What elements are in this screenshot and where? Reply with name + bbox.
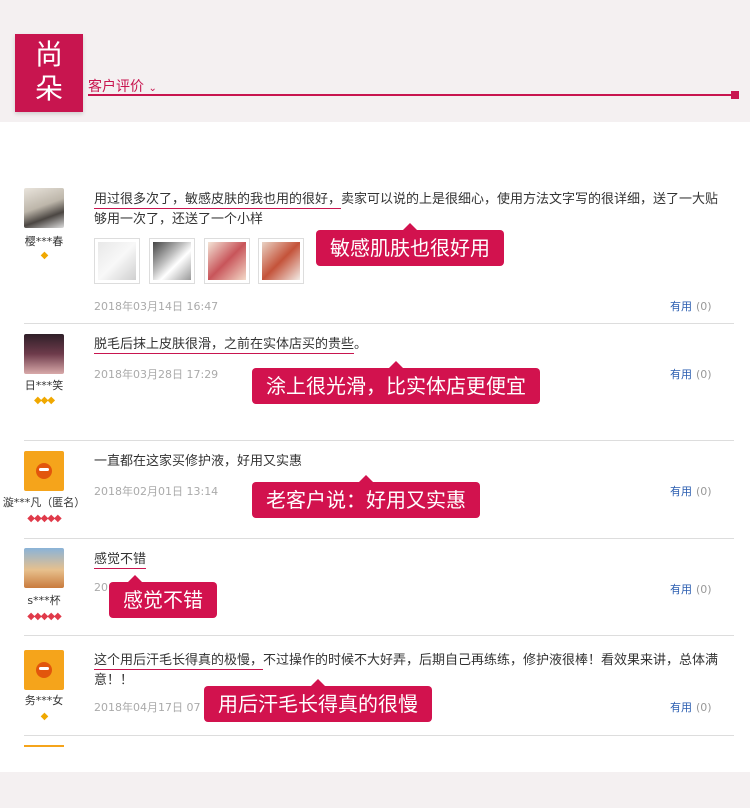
reviewer-name: 漩***凡（匿名） xyxy=(2,496,86,509)
review-date: 2018年03月28日 17:29 xyxy=(94,368,219,381)
useful-count: (0) xyxy=(696,368,712,381)
review-photo-thumb[interactable] xyxy=(94,238,140,284)
reviewer-name: 日***笑 xyxy=(24,379,64,392)
reviewer-name: 樱***春 xyxy=(24,235,64,248)
useful-count: (0) xyxy=(696,583,712,596)
chevron-down-icon: ⌄ xyxy=(148,83,157,94)
member-level-badge: ◆ xyxy=(40,250,49,261)
useful-count: (0) xyxy=(696,300,712,313)
review-date: 2018年04月17日 07 xyxy=(94,701,201,714)
review-date: 20 xyxy=(94,581,108,594)
section-tab-reviews[interactable]: 客户评价 ⌄ xyxy=(88,76,157,96)
logo-char-1: 尚 xyxy=(34,38,63,71)
useful-button[interactable]: 有用 (0) xyxy=(670,699,712,715)
review-date: 2018年02月01日 13:14 xyxy=(94,485,219,498)
useful-label: 有用 xyxy=(670,583,692,596)
highlight-callout: 感觉不错 xyxy=(109,575,217,618)
review-text-highlight: 脱毛后抹上皮肤很滑，之前在实体店买的贵些 xyxy=(94,337,355,354)
reviewer-name: s***杯 xyxy=(27,594,61,607)
review-text-highlight: 这个用后汗毛长得真的极慢， xyxy=(94,653,264,670)
useful-count: (0) xyxy=(696,485,712,498)
useful-label: 有用 xyxy=(670,701,692,714)
review-text-rest: 。 xyxy=(354,337,368,352)
useful-button[interactable]: 有用 (0) xyxy=(670,298,712,314)
review-photo-thumb[interactable] xyxy=(149,238,195,284)
page-header: 尚 朵 客户评价 ⌄ xyxy=(0,0,750,122)
useful-button[interactable]: 有用 (0) xyxy=(670,366,712,382)
brand-logo: 尚 朵 xyxy=(15,34,83,112)
next-avatar-edge xyxy=(24,745,64,747)
review-photo-thumb[interactable] xyxy=(204,238,250,284)
reviewer-name: 务***女 xyxy=(24,694,64,707)
avatar xyxy=(24,188,64,228)
member-level-badge: ◆ xyxy=(40,711,49,722)
review-text-rest: 一直都在这家买修护液，好用又实惠 xyxy=(94,454,303,469)
footer-band xyxy=(0,772,750,808)
member-level-badge: ◆◆◆◆◆ xyxy=(27,513,61,524)
highlight-callout: 用后汗毛长得真的很慢 xyxy=(204,679,432,722)
review-text: 感觉不错 xyxy=(94,550,730,570)
useful-label: 有用 xyxy=(670,368,692,381)
highlight-callout: 涂上很光滑，比实体店更便宜 xyxy=(252,361,540,404)
member-level-badge: ◆◆◆ xyxy=(33,395,55,406)
section-divider xyxy=(88,94,736,96)
review-photo-thumb[interactable] xyxy=(258,238,304,284)
review-divider xyxy=(24,635,734,636)
section-label-text: 客户评价 xyxy=(88,79,144,95)
review-divider xyxy=(24,735,734,736)
review-divider xyxy=(24,538,734,539)
review-divider xyxy=(24,323,734,324)
review-divider xyxy=(24,440,734,441)
review-text: 脱毛后抹上皮肤很滑，之前在实体店买的贵些。 xyxy=(94,335,730,355)
section-divider-end xyxy=(731,91,739,99)
avatar xyxy=(24,334,64,374)
review-text: 一直都在这家买修护液，好用又实惠 xyxy=(94,452,730,472)
useful-label: 有用 xyxy=(670,485,692,498)
avatar xyxy=(24,451,64,491)
useful-button[interactable]: 有用 (0) xyxy=(670,581,712,597)
logo-char-2: 朵 xyxy=(34,72,63,105)
review-text-highlight: 用过很多次了，敏感皮肤的我也用的很好， xyxy=(94,192,342,209)
review-text-highlight: 感觉不错 xyxy=(94,552,147,569)
useful-label: 有用 xyxy=(670,300,692,313)
review-text: 这个用后汗毛长得真的极慢，不过操作的时候不大好弄，后期自己再练练，修护液很棒！看… xyxy=(94,651,730,691)
useful-count: (0) xyxy=(696,701,712,714)
highlight-callout: 敏感肌肤也很好用 xyxy=(316,223,504,266)
review-date: 2018年03月14日 16:47 xyxy=(94,300,219,313)
useful-button[interactable]: 有用 (0) xyxy=(670,483,712,499)
member-level-badge: ◆◆◆◆◆ xyxy=(27,611,61,622)
avatar xyxy=(24,650,64,690)
highlight-callout: 老客户说：好用又实惠 xyxy=(252,475,480,518)
avatar xyxy=(24,548,64,588)
